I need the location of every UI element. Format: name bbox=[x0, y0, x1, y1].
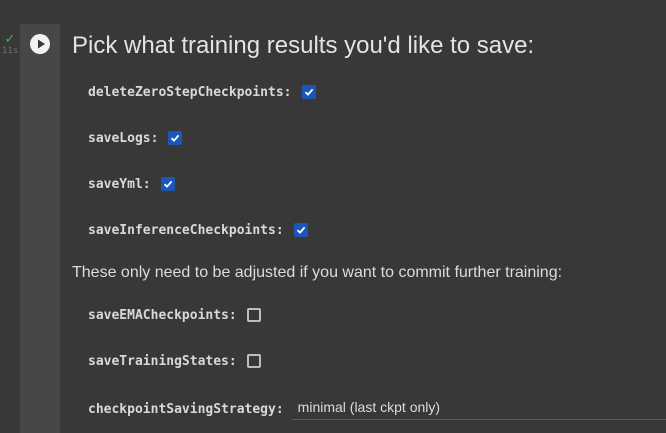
checkmark-icon bbox=[171, 134, 180, 142]
delete-zero-step-checkpoints-checkbox[interactable] bbox=[301, 85, 316, 99]
form-output: Pick what training results you'd like to… bbox=[60, 24, 666, 433]
field-save-training-states: saveTrainingStates: bbox=[88, 351, 261, 371]
field-label: saveYml: bbox=[88, 176, 151, 192]
save-training-states-checkbox[interactable] bbox=[246, 354, 261, 368]
checkmark-icon bbox=[163, 180, 172, 188]
cell-run-column bbox=[20, 24, 60, 433]
execution-status: ✓ 11s bbox=[1, 32, 19, 56]
save-ema-checkpoints-checkbox[interactable] bbox=[246, 308, 261, 322]
execution-time: 11s bbox=[1, 46, 19, 56]
form-heading: Pick what training results you'd like to… bbox=[72, 32, 535, 59]
dropdown-selected-value: minimal (last ckpt only) bbox=[297, 398, 441, 415]
save-logs-checkbox[interactable] bbox=[168, 131, 183, 145]
field-save-ema-checkpoints: saveEMACheckpoints: bbox=[88, 305, 261, 325]
field-label: deleteZeroStepCheckpoints: bbox=[88, 84, 292, 100]
field-label: checkpointSavingStrategy: bbox=[88, 401, 284, 417]
success-check-icon: ✓ bbox=[4, 32, 16, 47]
field-label: saveInferenceCheckpoints: bbox=[88, 222, 284, 238]
cell-gutter: ✓ 11s bbox=[0, 0, 20, 433]
checkmark-icon bbox=[296, 226, 305, 234]
checkpoint-saving-strategy-dropdown[interactable]: minimal (last ckpt only) bbox=[291, 394, 666, 420]
section-note: These only need to be adjusted if you wa… bbox=[72, 264, 563, 281]
play-icon bbox=[38, 39, 45, 49]
field-label: saveEMACheckpoints: bbox=[88, 307, 237, 323]
field-checkpoint-saving-strategy: checkpointSavingStrategy: minimal (last … bbox=[88, 394, 666, 420]
checkmark-icon bbox=[304, 88, 313, 96]
field-save-yml: saveYml: bbox=[88, 174, 175, 194]
save-yml-checkbox[interactable] bbox=[160, 177, 175, 191]
field-label: saveTrainingStates: bbox=[88, 353, 237, 369]
field-save-inference-checkpoints: saveInferenceCheckpoints: bbox=[88, 220, 308, 240]
field-delete-zero-step-checkpoints: deleteZeroStepCheckpoints: bbox=[88, 82, 316, 102]
field-label: saveLogs: bbox=[88, 130, 159, 146]
field-save-logs: saveLogs: bbox=[88, 128, 183, 148]
run-cell-button[interactable] bbox=[30, 34, 50, 54]
save-inference-checkpoints-checkbox[interactable] bbox=[293, 223, 308, 237]
